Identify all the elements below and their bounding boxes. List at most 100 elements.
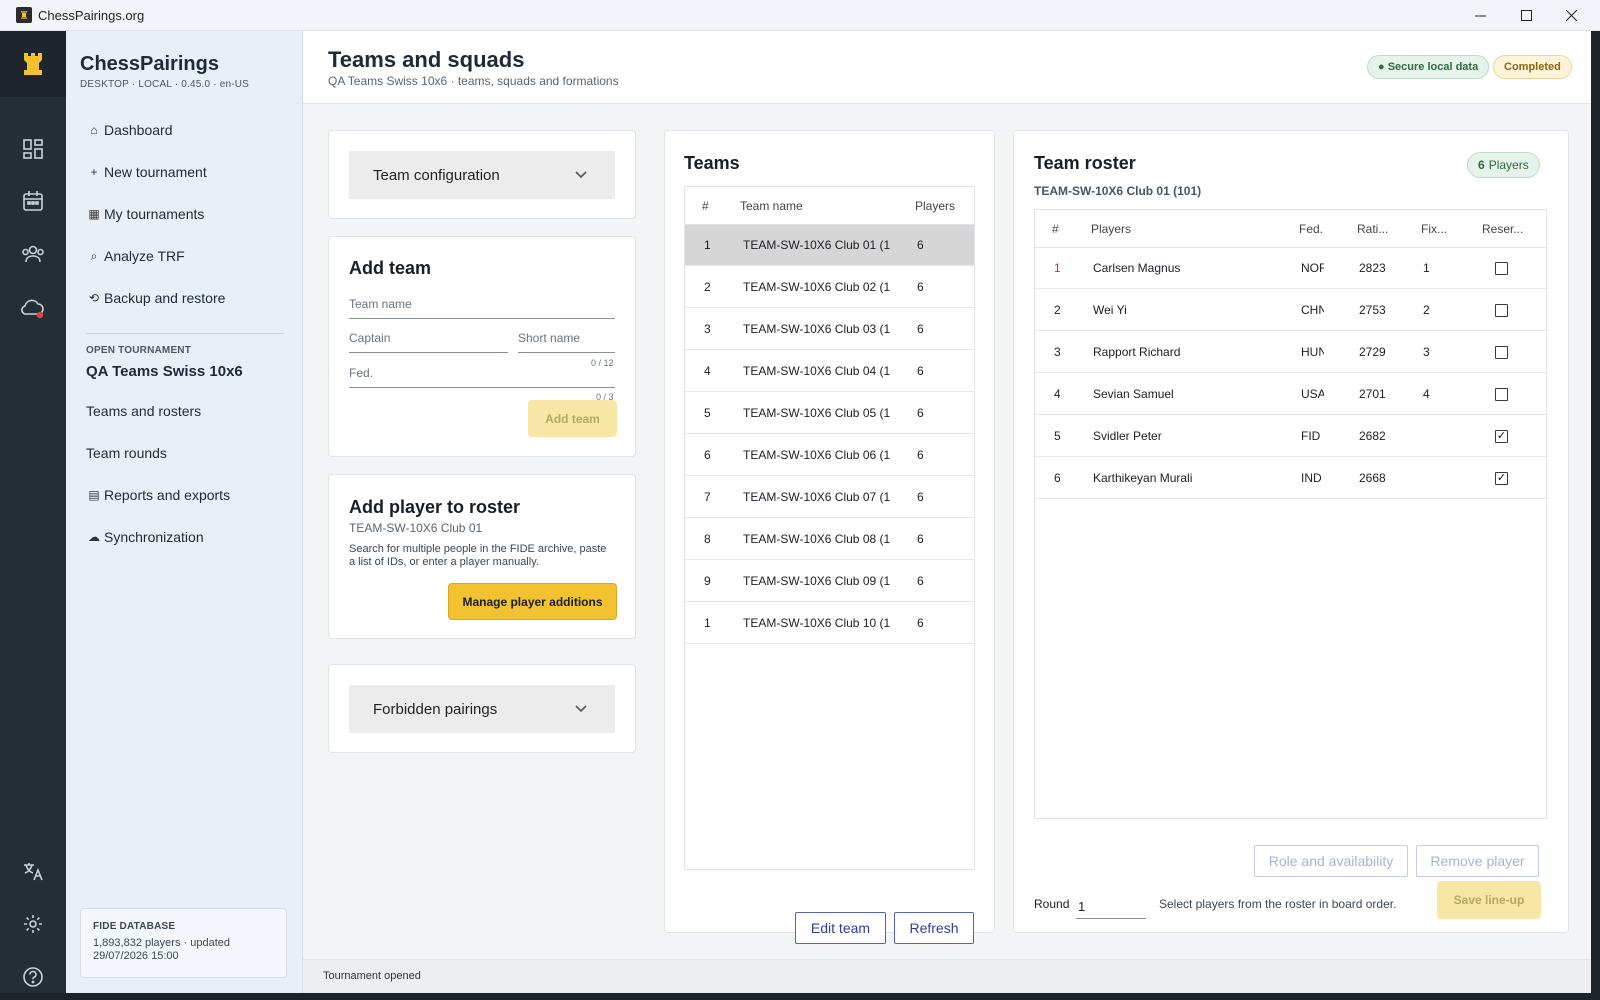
forbidden-pairings-accordion[interactable]: Forbidden pairings xyxy=(349,685,615,733)
nav-backup-restore[interactable]: ⟲ Backup and restore xyxy=(88,290,225,306)
settings-gear-icon[interactable] xyxy=(20,911,46,937)
restore-icon: ⟲ xyxy=(88,291,100,305)
nav-label: Dashboard xyxy=(104,122,173,138)
reserve-checkbox[interactable]: ✓ xyxy=(1495,430,1508,443)
nav-new-tournament[interactable]: + New tournament xyxy=(88,164,206,180)
table-row[interactable]: 1 Carlsen Magnus NOF 2823 1 xyxy=(1035,248,1546,289)
player-count: 6 xyxy=(1478,158,1485,172)
brand-title: ChessPairings xyxy=(80,53,219,75)
table-row[interactable]: 9 TEAM-SW-10X6 Club 09 (1 6 xyxy=(685,561,974,602)
main-area: Teams and squads QA Teams Swiss 10x6 · t… xyxy=(303,31,1591,993)
federation-field[interactable]: Fed. xyxy=(349,366,615,388)
role-availability-button[interactable]: Role and availability xyxy=(1254,845,1408,877)
player-name: Sevian Samuel xyxy=(1093,387,1174,401)
team-players: 6 xyxy=(917,364,924,378)
player-name: Wei Yi xyxy=(1093,303,1127,317)
maximize-button[interactable] xyxy=(1503,0,1549,31)
calendar-icon[interactable] xyxy=(20,188,46,214)
player-fed: IND xyxy=(1301,471,1322,485)
logo-rook-icon[interactable] xyxy=(0,31,66,97)
table-row[interactable]: 2 Wei Yi CHN 2753 2 xyxy=(1035,290,1546,331)
round-input[interactable]: 1 xyxy=(1076,891,1146,919)
nav-team-rounds[interactable]: Team rounds xyxy=(86,445,167,461)
fide-info: 1,893,832 players · updated 29/07/2026 1… xyxy=(93,937,274,963)
add-team-button[interactable]: Add team xyxy=(528,400,617,437)
plus-icon: + xyxy=(90,165,98,179)
player-rating: 2753 xyxy=(1359,303,1386,317)
table-row[interactable]: 1 TEAM-SW-10X6 Club 01 (1 6 xyxy=(685,225,974,266)
team-num: 8 xyxy=(704,532,711,546)
col-num: # xyxy=(1052,222,1059,236)
teams-card: Teams # Team name Players 1 TEAM-SW-10X6 … xyxy=(664,130,995,944)
table-row[interactable]: 5 Svidler Peter FID 2682 ✓ xyxy=(1035,416,1546,457)
teams-table: # Team name Players 1 TEAM-SW-10X6 Club 0… xyxy=(684,186,975,870)
table-row[interactable]: 1 TEAM-SW-10X6 Club 10 (1 6 xyxy=(685,603,974,644)
col-reserve[interactable]: Reser... xyxy=(1482,222,1523,236)
player-num: 5 xyxy=(1054,429,1060,443)
team-num: 2 xyxy=(704,280,711,294)
table-row[interactable]: 6 Karthikeyan Murali IND 2668 ✓ xyxy=(1035,458,1546,499)
captain-field[interactable]: Captain xyxy=(349,331,508,353)
nav-label: My tournaments xyxy=(104,206,205,222)
col-fix[interactable]: Fix... xyxy=(1421,222,1447,236)
reserve-checkbox[interactable]: ✓ xyxy=(1495,472,1508,485)
table-row[interactable]: 4 TEAM-SW-10X6 Club 04 (1 6 xyxy=(685,351,974,392)
team-name: TEAM-SW-10X6 Club 02 (1 xyxy=(743,280,891,294)
help-icon[interactable] xyxy=(20,964,46,990)
nav-dashboard[interactable]: ⌂ Dashboard xyxy=(88,122,173,138)
refresh-button[interactable]: Refresh xyxy=(894,912,974,944)
team-name-field[interactable]: Team name xyxy=(349,297,615,319)
remove-player-button[interactable]: Remove player xyxy=(1416,845,1539,877)
reserve-checkbox[interactable] xyxy=(1495,262,1508,275)
nav-label: Analyze TRF xyxy=(104,248,185,264)
secure-data-badge: ● Secure local data xyxy=(1367,55,1490,79)
page-header: Teams and squads QA Teams Swiss 10x6 · t… xyxy=(303,31,1591,104)
edit-team-button[interactable]: Edit team xyxy=(795,912,886,944)
table-row[interactable]: 3 Rapport Richard HUN 2729 3 xyxy=(1035,332,1546,373)
dashboard-icon[interactable] xyxy=(20,136,46,162)
team-name: TEAM-SW-10X6 Club 01 (1 xyxy=(743,238,891,252)
table-row[interactable]: 2 TEAM-SW-10X6 Club 02 (1 6 xyxy=(685,267,974,308)
table-row[interactable]: 5 TEAM-SW-10X6 Club 05 (1 6 xyxy=(685,393,974,434)
cloud-sync-icon[interactable] xyxy=(20,295,46,321)
manage-player-additions-button[interactable]: Manage player additions xyxy=(448,583,617,620)
player-fed: NOF xyxy=(1301,261,1324,275)
minimize-button[interactable] xyxy=(1457,0,1503,31)
table-row[interactable]: 8 TEAM-SW-10X6 Club 08 (1 6 xyxy=(685,519,974,560)
table-row[interactable]: 6 TEAM-SW-10X6 Club 06 (1 6 xyxy=(685,435,974,476)
reserve-checkbox[interactable] xyxy=(1495,346,1508,359)
status-bar: Tournament opened xyxy=(303,959,1591,993)
nav-my-tournaments[interactable]: ▦ My tournaments xyxy=(88,206,204,222)
icon-rail xyxy=(0,31,66,993)
col-players[interactable]: Players xyxy=(1091,222,1131,236)
team-config-accordion[interactable]: Team configuration xyxy=(349,151,615,199)
nav-teams-rosters[interactable]: Teams and rosters xyxy=(86,403,201,419)
add-player-title: Add player to roster xyxy=(349,497,521,517)
team-num: 4 xyxy=(704,364,711,378)
nav-synchronization[interactable]: ☁ Synchronization xyxy=(88,529,204,545)
roster-team-name: TEAM-SW-10X6 Club 01 (101) xyxy=(1034,184,1202,198)
table-row[interactable]: 4 Sevian Samuel USA 2701 4 xyxy=(1035,374,1546,415)
nav-reports-exports[interactable]: ▤ Reports and exports xyxy=(88,487,230,503)
nav-analyze-trf[interactable]: ⌕ Analyze TRF xyxy=(88,248,185,264)
player-fed: FID xyxy=(1301,429,1321,443)
short-name-field[interactable]: Short name xyxy=(518,331,615,353)
col-num: # xyxy=(702,199,709,213)
reserve-checkbox[interactable] xyxy=(1495,304,1508,317)
col-team-name[interactable]: Team name xyxy=(740,199,803,213)
nav-label: Backup and restore xyxy=(104,290,226,306)
player-fed: HUN xyxy=(1301,345,1324,359)
table-row[interactable]: 7 TEAM-SW-10X6 Club 07 (1 6 xyxy=(685,477,974,518)
table-row[interactable]: 3 TEAM-SW-10X6 Club 03 (1 6 xyxy=(685,309,974,350)
save-lineup-button[interactable]: Save line-up xyxy=(1437,881,1541,919)
player-name: Carlsen Magnus xyxy=(1093,261,1181,275)
translate-icon[interactable] xyxy=(20,858,46,884)
reserve-checkbox[interactable] xyxy=(1495,388,1508,401)
col-players[interactable]: Players xyxy=(915,199,955,213)
close-button[interactable] xyxy=(1548,0,1594,31)
federation-placeholder: Fed. xyxy=(349,366,374,380)
col-fed[interactable]: Fed. xyxy=(1299,222,1323,236)
col-rating[interactable]: Rati... xyxy=(1357,222,1388,236)
people-icon[interactable] xyxy=(20,241,46,267)
player-name: Rapport Richard xyxy=(1093,345,1181,359)
